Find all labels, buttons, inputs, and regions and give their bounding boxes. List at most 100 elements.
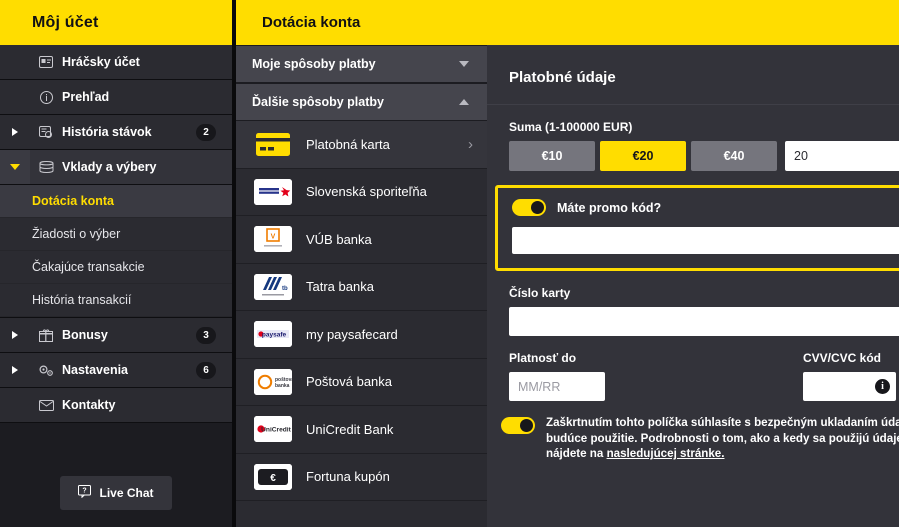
sidebar-item-label: Prehľad bbox=[62, 90, 232, 104]
toggle-knob bbox=[531, 201, 544, 214]
promo-toggle-row[interactable]: Máte promo kód? bbox=[498, 199, 899, 216]
postova-banka-logo: poštovábanka bbox=[254, 369, 292, 395]
consent-toggle[interactable] bbox=[501, 417, 535, 434]
amount-preset-40[interactable]: €40 bbox=[691, 141, 777, 171]
payment-method-label: Poštová banka bbox=[306, 374, 473, 389]
payment-method-label: Tatra banka bbox=[306, 279, 473, 294]
expander-placeholder bbox=[0, 80, 30, 114]
expander-placeholder bbox=[0, 388, 30, 422]
amount-preset-20[interactable]: €20 bbox=[600, 141, 686, 171]
expiry-label: Platnosť do bbox=[509, 351, 803, 365]
info-circle-icon bbox=[30, 91, 62, 104]
expiry-input[interactable] bbox=[509, 372, 605, 401]
accordion-moje-sposoby-platby[interactable]: Moje spôsoby platby bbox=[236, 45, 487, 83]
sidebar-item-vklady-a-vybery[interactable]: Vklady a výbery bbox=[0, 150, 232, 185]
triangle-right-icon bbox=[12, 366, 18, 374]
sidebar-subitems: Dotácia konta Žiadosti o výber Čakajúce … bbox=[0, 185, 232, 318]
cvv-input-wrapper: i bbox=[803, 372, 896, 401]
chevron-up-icon bbox=[459, 99, 469, 105]
triangle-down-icon bbox=[10, 164, 20, 170]
accordion-dalsie-sposoby-platby[interactable]: Ďalšie spôsoby platby bbox=[236, 83, 487, 121]
svg-text:UniCredit: UniCredit bbox=[261, 427, 291, 434]
chevron-down-icon bbox=[459, 61, 469, 67]
id-card-icon bbox=[30, 56, 62, 68]
payment-method-label: Platobná karta bbox=[306, 137, 468, 152]
payment-details-panel: Platobné údaje Suma (1-100000 EUR) €10 €… bbox=[487, 0, 899, 527]
unicredit-logo: UniCredit bbox=[254, 416, 292, 442]
live-chat-label: Live Chat bbox=[99, 486, 153, 500]
amount-input-wrapper: EUR bbox=[785, 141, 899, 171]
expander-collapsed-icon[interactable] bbox=[0, 318, 30, 352]
slovenska-sporitelna-logo bbox=[254, 179, 292, 205]
payment-method-slovenska-sporitelna[interactable]: Slovenská sporiteľňa bbox=[236, 169, 487, 217]
promo-toggle[interactable] bbox=[512, 199, 546, 216]
payment-method-label: Slovenská sporiteľňa bbox=[306, 184, 473, 199]
payment-method-platobna-karta[interactable]: Platobná karta › bbox=[236, 121, 487, 169]
payment-method-my-paysafecard[interactable]: paysafe my paysafecard bbox=[236, 311, 487, 359]
expander-collapsed-icon[interactable] bbox=[0, 353, 30, 387]
sidebar-subitem-cakajuce-transakcie[interactable]: Čakajúce transakcie bbox=[0, 251, 232, 284]
sidebar-item-historia-stavok[interactable]: História stávok 2 bbox=[0, 115, 232, 150]
consent-link[interactable]: nasledujúcej stránke. bbox=[607, 447, 725, 460]
sidebar-item-hracsky-ucet[interactable]: Hráčsky účet bbox=[0, 45, 232, 80]
amount-preset-10[interactable]: €10 bbox=[509, 141, 595, 171]
promo-code-box: Máte promo kód? bbox=[495, 185, 899, 271]
promo-code-input[interactable] bbox=[512, 227, 899, 254]
payment-method-fortuna-kupon[interactable]: € Fortuna kupón bbox=[236, 454, 487, 502]
sidebar-subitem-ziadosti-o-vyber[interactable]: Žiadosti o výber bbox=[0, 218, 232, 251]
promo-toggle-label: Máte promo kód? bbox=[557, 201, 661, 215]
chat-help-icon: ? bbox=[78, 485, 91, 501]
amount-presets-row: €10 €20 €40 EUR bbox=[487, 141, 899, 171]
payment-method-label: my paysafecard bbox=[306, 327, 473, 342]
sidebar-item-prehlad[interactable]: Prehľad bbox=[0, 80, 232, 115]
chevron-right-icon: › bbox=[468, 136, 473, 153]
cvv-label: CVV/CVC kód bbox=[803, 351, 899, 365]
expiry-cvv-inputs-row: i bbox=[487, 372, 899, 401]
svg-text:€: € bbox=[270, 473, 276, 484]
sidebar-item-kontakty[interactable]: Kontakty bbox=[0, 388, 232, 423]
payment-method-tatra-banka[interactable]: tb Tatra banka bbox=[236, 264, 487, 312]
sidebar-item-bonusy[interactable]: Bonusy 3 bbox=[0, 318, 232, 353]
payment-method-postova-banka[interactable]: poštovábanka Poštová banka bbox=[236, 359, 487, 407]
sidebar-item-nastavenia[interactable]: Nastavenia 6 bbox=[0, 353, 232, 388]
svg-text:banka: banka bbox=[275, 383, 290, 389]
cvv-input[interactable] bbox=[812, 380, 875, 394]
amount-input[interactable] bbox=[794, 149, 899, 163]
payment-method-vub-banka[interactable]: V VÚB banka bbox=[236, 216, 487, 264]
fortuna-kupon-icon: € bbox=[254, 464, 292, 490]
tatra-banka-logo: tb bbox=[254, 274, 292, 300]
deposits-icon bbox=[30, 161, 62, 173]
details-header-bar bbox=[487, 0, 899, 45]
live-chat-button[interactable]: ? Live Chat bbox=[60, 476, 171, 510]
sidebar-subitem-historia-transakcii[interactable]: História transakcií bbox=[0, 284, 232, 317]
sidebar-header-title: Môj účet bbox=[0, 0, 232, 45]
card-number-label: Číslo karty bbox=[509, 286, 899, 300]
envelope-icon bbox=[30, 400, 62, 411]
triangle-right-icon bbox=[12, 331, 18, 339]
info-icon[interactable]: i bbox=[875, 379, 890, 394]
consent-row: Zaškrtnutím tohto políčka súhlasíte s be… bbox=[487, 401, 899, 462]
sidebar-item-label: Bonusy bbox=[62, 328, 196, 342]
vub-banka-logo: V bbox=[254, 226, 292, 252]
svg-text:V: V bbox=[271, 234, 276, 241]
sidebar-item-label: Kontakty bbox=[62, 398, 232, 412]
gift-icon bbox=[30, 329, 62, 342]
triangle-right-icon bbox=[12, 128, 18, 136]
accordion-label: Moje spôsoby platby bbox=[252, 57, 459, 71]
svg-text:tb: tb bbox=[282, 286, 288, 292]
expander-expanded-icon[interactable] bbox=[0, 150, 30, 184]
expander-collapsed-icon[interactable] bbox=[0, 115, 30, 149]
toggle-knob bbox=[520, 419, 533, 432]
sidebar-item-label: Nastavenia bbox=[62, 363, 196, 377]
sidebar-subitem-dotacia-konta[interactable]: Dotácia konta bbox=[0, 185, 232, 218]
expander-placeholder bbox=[0, 45, 30, 79]
sidebar-item-badge: 3 bbox=[196, 327, 216, 344]
page-title: Platobné údaje bbox=[487, 45, 899, 105]
live-chat-container: ? Live Chat bbox=[0, 476, 232, 510]
payment-method-label: UniCredit Bank bbox=[306, 422, 473, 437]
account-page: Môj účet Hráčsky účet Prehľad História s… bbox=[0, 0, 899, 527]
details-body: Platobné údaje Suma (1-100000 EUR) €10 €… bbox=[487, 45, 899, 527]
payment-method-unicredit-bank[interactable]: UniCredit UniCredit Bank bbox=[236, 406, 487, 454]
payment-methods-panel: Dotácia konta Moje spôsoby platby Ďalšie… bbox=[236, 0, 487, 527]
card-number-input[interactable] bbox=[509, 307, 899, 336]
